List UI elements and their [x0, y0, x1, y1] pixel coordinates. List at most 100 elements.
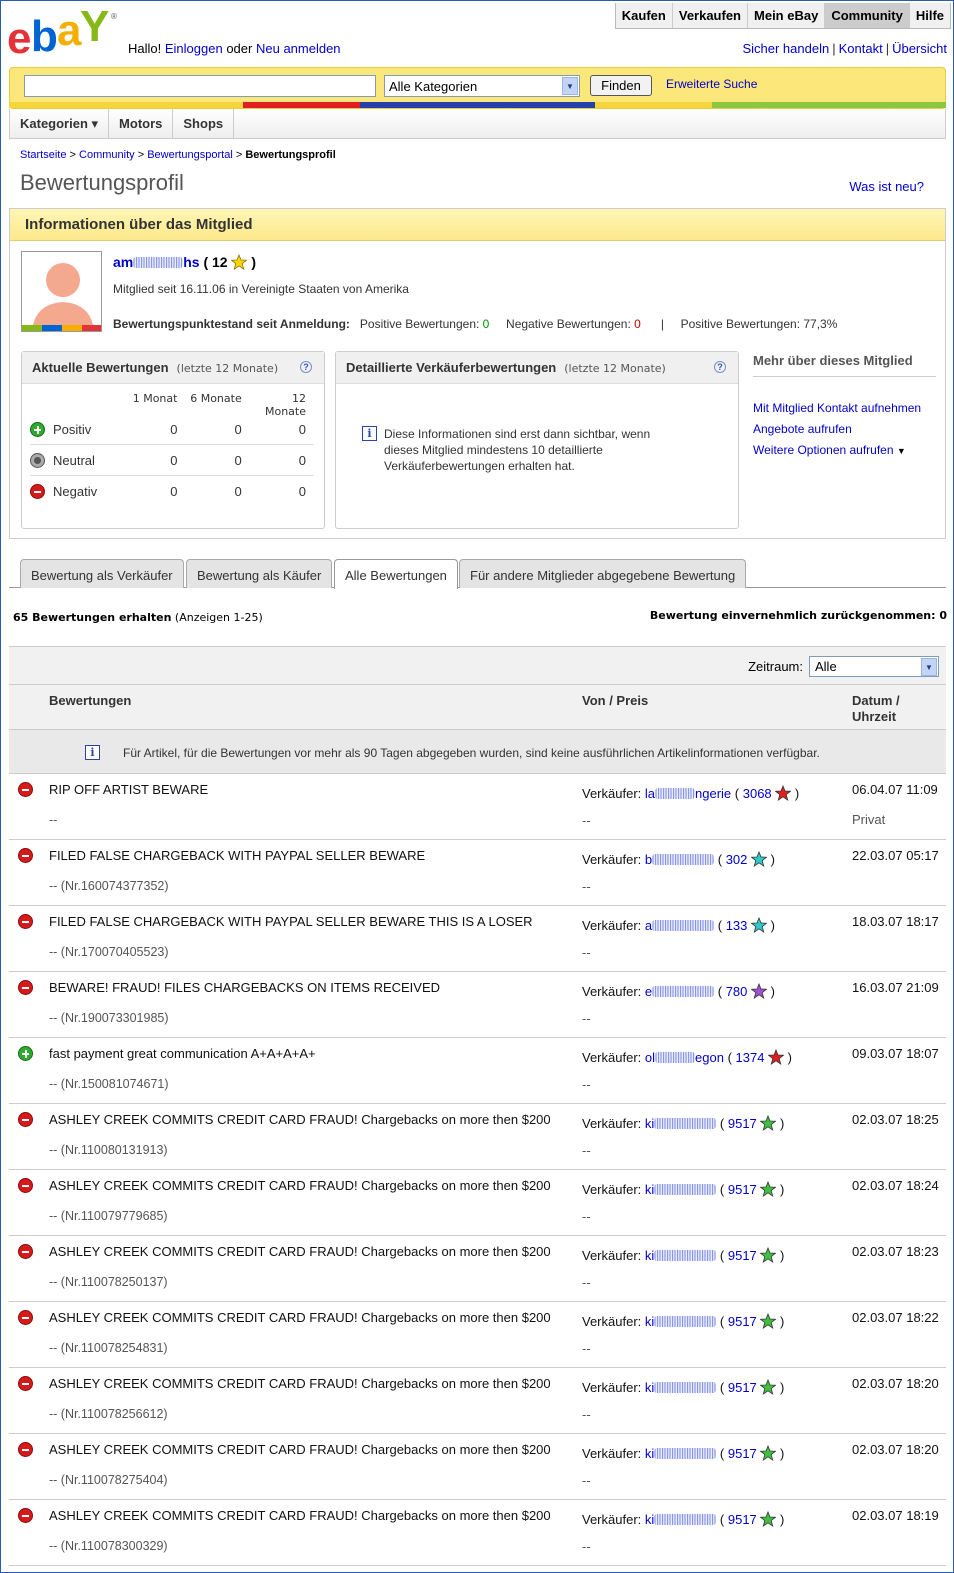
role-label: Verkäufer:: [582, 1314, 642, 1329]
role-label: Verkäufer:: [582, 1050, 642, 1065]
user-score-link[interactable]: 3068: [743, 786, 772, 801]
safe-trading-link[interactable]: Sicher handeln: [742, 41, 829, 56]
more-title: Mehr über dieses Mitglied: [753, 351, 936, 377]
nav-sell[interactable]: Verkaufen: [671, 3, 748, 28]
red-star-icon[interactable]: [768, 1049, 785, 1065]
user-score-link[interactable]: 9517: [728, 1248, 757, 1263]
search-input[interactable]: [24, 75, 376, 97]
chevron-down-icon[interactable]: ▼: [562, 77, 578, 95]
help-icon[interactable]: ?: [714, 361, 726, 373]
tab-all[interactable]: Alle Bewertungen: [334, 559, 458, 589]
nav-community[interactable]: Community: [824, 3, 909, 28]
find-button[interactable]: Finden: [590, 75, 652, 96]
user-link[interactable]: ki: [645, 1116, 717, 1131]
ebay-logo[interactable]: e b a Y ®: [7, 7, 119, 57]
user-score-link[interactable]: 9517: [728, 1512, 757, 1527]
contact-link[interactable]: Kontakt: [839, 41, 883, 56]
user-link[interactable]: b: [645, 852, 715, 867]
green-star-icon[interactable]: [760, 1247, 777, 1263]
user-link[interactable]: la ngerie: [645, 786, 731, 801]
neutral-row: Neutral 0 0 0: [30, 445, 314, 476]
nav-motors[interactable]: Motors: [109, 109, 174, 138]
user-score-link[interactable]: 133: [726, 918, 748, 933]
feedback-table: Zeitraum: Alle ▼ Bewertungen Von / Preis…: [9, 646, 946, 1566]
role-label: Verkäufer:: [582, 1116, 642, 1131]
tab-left-for-others[interactable]: Für andere Mitglieder abgegebene Bewertu…: [459, 559, 747, 588]
advanced-search-link[interactable]: Erweiterte Suche: [666, 77, 757, 91]
info-icon: i: [362, 426, 377, 441]
member-since: Mitglied seit 16.11.06 in Vereinigte Sta…: [113, 282, 409, 296]
separator: |: [660, 317, 664, 331]
breadcrumb-community[interactable]: Community: [79, 149, 135, 161]
nav-categories[interactable]: Kategorien ▾: [10, 109, 110, 138]
negative-label: Negative Bewertungen:: [506, 317, 631, 331]
from-user: Verkäufer: ki ( 9517 ): [582, 1313, 784, 1329]
date-time: 02.03.07 18:20: [852, 1442, 939, 1457]
breadcrumb-feedback-forum[interactable]: Bewertungsportal: [147, 149, 233, 161]
price: --: [582, 1077, 591, 1092]
green-star-icon[interactable]: [760, 1379, 777, 1395]
user-link[interactable]: a: [645, 918, 715, 933]
whats-new-link[interactable]: Was ist neu?: [849, 179, 924, 194]
purple-star-icon[interactable]: [751, 983, 768, 999]
category-select[interactable]: Alle Kategorien ▼: [384, 75, 580, 97]
user-link[interactable]: ki: [645, 1248, 717, 1263]
login-link[interactable]: Einloggen: [165, 41, 223, 56]
user-link[interactable]: ki: [645, 1314, 717, 1329]
user-score-link[interactable]: 9517: [728, 1182, 757, 1197]
member-name: am hs ( 12 ): [113, 254, 256, 270]
red-star-icon[interactable]: [775, 785, 792, 801]
tab-as-buyer[interactable]: Bewertung als Käufer: [186, 559, 333, 588]
chevron-down-icon[interactable]: ▼: [921, 658, 937, 676]
nav-buy[interactable]: Kaufen: [615, 3, 672, 28]
user-score-link[interactable]: 302: [726, 852, 748, 867]
user-link[interactable]: ki: [645, 1512, 717, 1527]
user-link[interactable]: ki: [645, 1446, 717, 1461]
price: --: [582, 1473, 591, 1488]
item-number: -- (Nr.110078275404): [49, 1473, 168, 1487]
user-link[interactable]: e: [645, 984, 715, 999]
green-star-icon[interactable]: [760, 1181, 777, 1197]
role-label: Verkäufer:: [582, 1512, 642, 1527]
user-score-link[interactable]: 9517: [728, 1380, 757, 1395]
member-name-link[interactable]: am hs: [113, 254, 200, 270]
green-star-icon[interactable]: [760, 1115, 777, 1131]
turquoise-star-icon[interactable]: [751, 917, 768, 933]
user-score-link[interactable]: 9517: [728, 1116, 757, 1131]
negative-icon: [18, 1508, 33, 1523]
negative-icon: [18, 848, 33, 863]
tab-as-seller[interactable]: Bewertung als Verkäufer: [20, 559, 184, 588]
user-score-link[interactable]: 9517: [728, 1446, 757, 1461]
green-star-icon[interactable]: [760, 1313, 777, 1329]
help-icon[interactable]: ?: [300, 361, 312, 373]
user-link[interactable]: ol egon: [645, 1050, 724, 1065]
caret-down-icon: ▼: [896, 446, 906, 456]
user-score-link[interactable]: 9517: [728, 1314, 757, 1329]
contact-member-link[interactable]: Mit Mitglied Kontakt aufnehmen: [753, 401, 936, 415]
green-star-icon[interactable]: [760, 1511, 777, 1527]
turquoise-star-icon[interactable]: [751, 851, 768, 867]
item-number: -- (Nr.190073301985): [49, 1011, 169, 1025]
user-score-link[interactable]: 1374: [736, 1050, 765, 1065]
user-link[interactable]: ki: [645, 1182, 717, 1197]
count-cell: 0: [170, 484, 178, 499]
user-score-link[interactable]: 780: [726, 984, 748, 999]
date-time: 02.03.07 18:19: [852, 1508, 939, 1523]
nav-my-ebay[interactable]: Mein eBay: [747, 3, 825, 28]
more-options-link[interactable]: Weitere Optionen aufrufen ▼: [753, 443, 936, 457]
positive-count: 0: [482, 317, 490, 331]
recent-ratings-table: 1 Monat 6 Monate 12 Monate Positiv 0 0 0…: [30, 392, 314, 507]
breadcrumb-home[interactable]: Startseite: [20, 149, 66, 161]
table-row: ASHLEY CREEK COMMITS CREDIT CARD FRAUD! …: [9, 1236, 946, 1302]
period-select[interactable]: Alle ▼: [809, 656, 939, 677]
yellow-star-icon[interactable]: [231, 254, 248, 270]
nav-shops[interactable]: Shops: [173, 109, 235, 138]
green-star-icon[interactable]: [760, 1445, 777, 1461]
recent-ratings-header: Aktuelle Bewertungen (letzte 12 Monate) ?: [22, 352, 324, 384]
register-link[interactable]: Neu anmelden: [256, 41, 341, 56]
view-listings-link[interactable]: Angebote aufrufen: [753, 422, 936, 436]
info-row: i Für Artikel, für die Bewertungen vor m…: [9, 730, 946, 774]
user-link[interactable]: ki: [645, 1380, 717, 1395]
overview-link[interactable]: Übersicht: [892, 41, 947, 56]
nav-help[interactable]: Hilfe: [908, 3, 950, 28]
